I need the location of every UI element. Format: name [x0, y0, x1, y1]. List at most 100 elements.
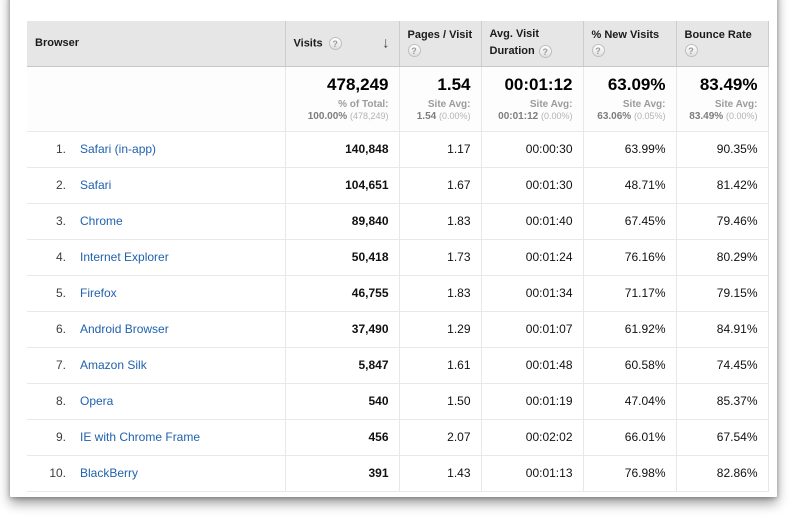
- browser-cell: 8. Opera: [27, 383, 285, 419]
- new-visits-cell: 48.71%: [583, 167, 676, 203]
- pages-per-visit-cell: 1.43: [399, 455, 481, 491]
- browser-link[interactable]: Opera: [80, 394, 113, 408]
- browser-link[interactable]: Safari (in-app): [80, 142, 156, 156]
- sort-desc-icon[interactable]: ↓: [382, 35, 390, 52]
- column-label: % New Visits: [592, 29, 668, 41]
- totals-pages-cell: 1.54 Site Avg: 1.54 (0.00%): [399, 66, 481, 131]
- visits-cell: 540: [285, 383, 399, 419]
- row-rank: 5.: [39, 286, 66, 300]
- row-rank: 10.: [39, 466, 66, 480]
- browser-link[interactable]: IE with Chrome Frame: [80, 430, 200, 444]
- browser-link[interactable]: Chrome: [80, 214, 123, 228]
- bounce-rate-cell: 67.54%: [676, 419, 768, 455]
- help-icon[interactable]: ?: [592, 44, 605, 57]
- avg-duration-cell: 00:01:34: [481, 275, 583, 311]
- avg-duration-cell: 00:01:07: [481, 311, 583, 347]
- total-bounce-caption: Site Avg:: [681, 99, 758, 110]
- help-icon[interactable]: ?: [329, 37, 342, 50]
- new-visits-cell: 66.01%: [583, 419, 676, 455]
- browser-cell: 4.Internet Explorer: [27, 239, 285, 275]
- table-row: 2.Safari 104,651 1.67 00:01:30 48.71% 81…: [27, 167, 768, 203]
- bounce-rate-cell: 79.15%: [676, 275, 768, 311]
- browser-cell: 3. Chrome: [27, 203, 285, 239]
- column-header-visits[interactable]: Visits? ↓: [285, 21, 399, 66]
- row-rank: 3.: [39, 214, 66, 228]
- totals-visits-cell: 478,249 % of Total: 100.00% (478,249): [285, 66, 399, 131]
- total-visits-value: 478,249: [290, 75, 389, 95]
- table-row: 5. Firefox 46,755 1.83 00:01:34 71.17% 79…: [27, 275, 768, 311]
- total-duration-avg: 00:01:12: [498, 111, 538, 122]
- browser-link[interactable]: Amazon Silk: [80, 358, 147, 372]
- help-icon[interactable]: ?: [539, 45, 552, 58]
- visits-cell: 140,848: [285, 131, 399, 167]
- pages-per-visit-cell: 1.61: [399, 347, 481, 383]
- total-new-visits-avg: 63.06%: [597, 111, 631, 122]
- visits-cell: 46,755: [285, 275, 399, 311]
- totals-duration-cell: 00:01:12 Site Avg: 00:01:12 (0.00%): [481, 66, 583, 131]
- column-label: Bounce Rate: [685, 29, 760, 41]
- table-row: 8.Opera 540 1.50 00:01:19 47.04% 85.37%: [27, 383, 768, 419]
- total-visits-caption: % of Total:: [290, 99, 389, 110]
- table-row: 7.Amazon Silk 5,847 1.61 00:01:48 60.58%…: [27, 347, 768, 383]
- browser-link[interactable]: Internet Explorer: [80, 250, 169, 264]
- total-bounce-value: 83.49%: [681, 75, 758, 95]
- column-header-new-visits[interactable]: % New Visits?: [583, 21, 676, 66]
- new-visits-cell: 76.98%: [583, 455, 676, 491]
- pages-per-visit-cell: 1.83: [399, 275, 481, 311]
- bounce-rate-cell: 85.37%: [676, 383, 768, 419]
- total-pages-caption: Site Avg:: [404, 99, 471, 110]
- avg-duration-cell: 00:01:19: [481, 383, 583, 419]
- browser-link[interactable]: Firefox: [80, 286, 117, 300]
- totals-row: 478,249 % of Total: 100.00% (478,249) 1.…: [27, 66, 768, 131]
- row-rank: 6.: [39, 322, 66, 336]
- browser-link[interactable]: Safari: [80, 178, 111, 192]
- totals-browser-cell: [27, 66, 285, 131]
- visits-cell: 456: [285, 419, 399, 455]
- new-visits-cell: 63.99%: [583, 131, 676, 167]
- table-row: 10.BlackBerry 391 1.43 00:01:13 76.98% 8…: [27, 455, 768, 491]
- totals-bounce-cell: 83.49% Site Avg: 83.49% (0.00%): [676, 66, 768, 131]
- new-visits-cell: 76.16%: [583, 239, 676, 275]
- help-icon[interactable]: ?: [408, 44, 421, 57]
- browser-cell: 10. BlackBerry: [27, 455, 285, 491]
- total-visits-delta: (478,249): [350, 111, 389, 121]
- browser-link[interactable]: Android Browser: [80, 322, 169, 336]
- pages-per-visit-cell: 1.17: [399, 131, 481, 167]
- column-label: Avg. Visit Duration: [490, 28, 540, 57]
- total-visits-avg: 100.00%: [308, 111, 347, 122]
- pages-per-visit-cell: 1.50: [399, 383, 481, 419]
- pages-per-visit-cell: 1.67: [399, 167, 481, 203]
- help-icon[interactable]: ?: [685, 44, 698, 57]
- row-rank: 2.: [39, 178, 66, 192]
- browser-cell: 6. Android Browser: [27, 311, 285, 347]
- new-visits-cell: 71.17%: [583, 275, 676, 311]
- column-label: Browser: [35, 37, 79, 49]
- total-new-visits-caption: Site Avg:: [588, 99, 666, 110]
- browser-cell: 1. Safari (in-app): [27, 131, 285, 167]
- table-row: 4.Internet Explorer 50,418 1.73 00:01:24…: [27, 239, 768, 275]
- total-new-visits-value: 63.09%: [588, 75, 666, 95]
- column-header-pages-per-visit[interactable]: Pages / Visit?: [399, 21, 481, 66]
- column-label: Pages / Visit: [408, 29, 473, 41]
- avg-duration-cell: 00:01:40: [481, 203, 583, 239]
- pages-per-visit-cell: 1.29: [399, 311, 481, 347]
- column-header-bounce-rate[interactable]: Bounce Rate?: [676, 21, 768, 66]
- total-duration-delta: (0.00%): [541, 111, 573, 121]
- avg-duration-cell: 00:01:48: [481, 347, 583, 383]
- new-visits-cell: 61.92%: [583, 311, 676, 347]
- total-bounce-avg: 83.49%: [689, 111, 723, 122]
- visits-cell: 89,840: [285, 203, 399, 239]
- column-label: Visits: [294, 37, 323, 49]
- browser-link[interactable]: BlackBerry: [80, 466, 138, 480]
- row-rank: 8.: [39, 394, 66, 408]
- column-header-avg-visit-duration[interactable]: Avg. Visit Duration?: [481, 21, 583, 66]
- column-header-browser[interactable]: Browser: [27, 21, 285, 66]
- row-rank: 1.: [39, 142, 66, 156]
- total-duration-value: 00:01:12: [486, 75, 573, 95]
- pages-per-visit-cell: 1.73: [399, 239, 481, 275]
- visits-cell: 50,418: [285, 239, 399, 275]
- visits-cell: 104,651: [285, 167, 399, 203]
- browser-cell: 9.IE with Chrome Frame: [27, 419, 285, 455]
- total-pages-value: 1.54: [404, 75, 471, 95]
- bounce-rate-cell: 90.35%: [676, 131, 768, 167]
